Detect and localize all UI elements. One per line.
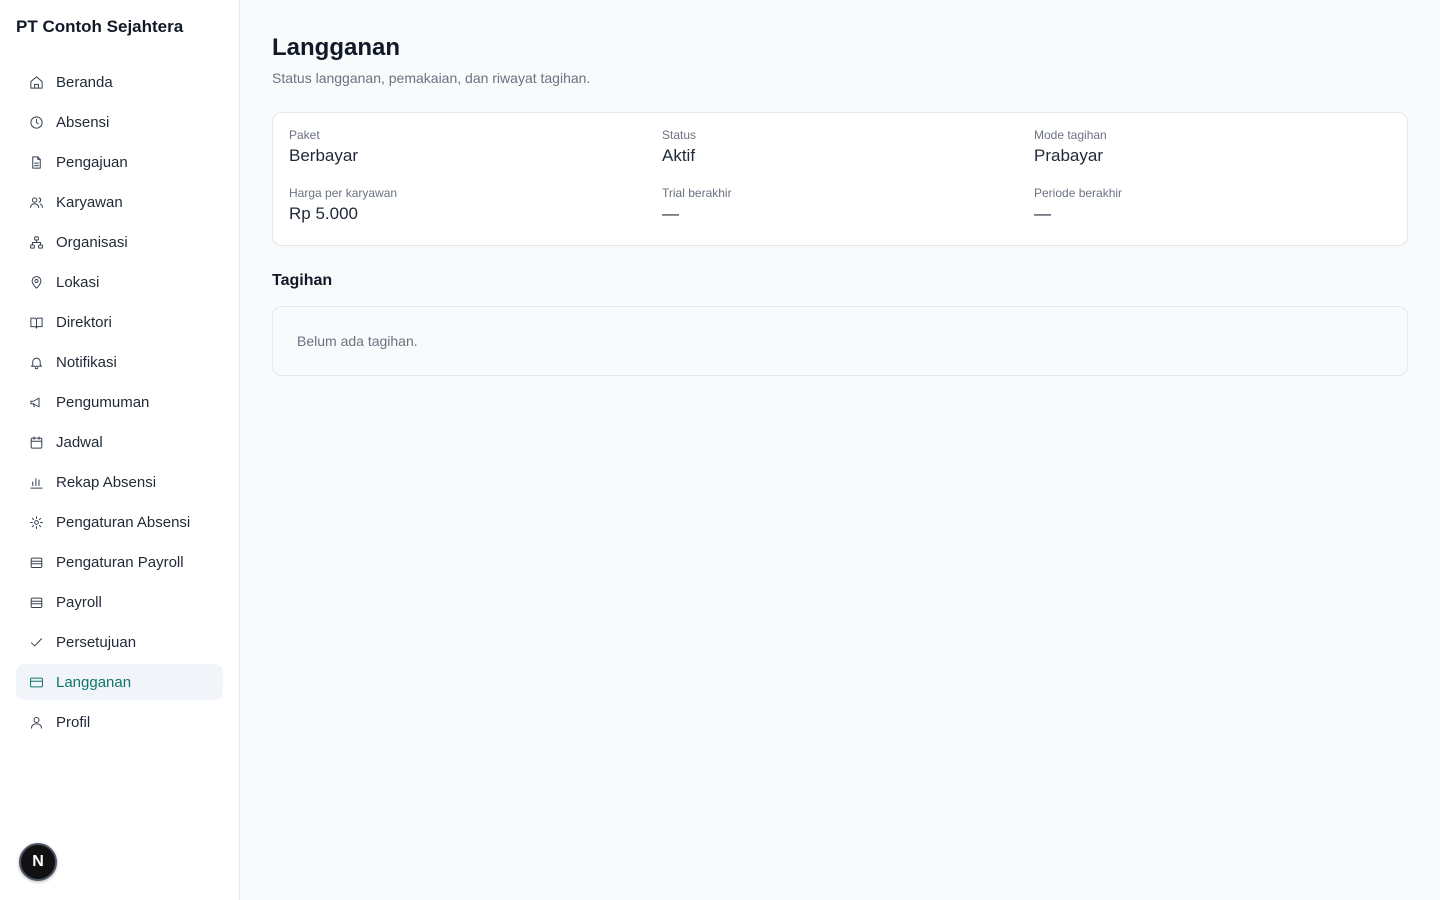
check-icon bbox=[28, 634, 44, 650]
page-subtitle: Status langganan, pemakaian, dan riwayat… bbox=[272, 70, 591, 86]
sidebar-item-label: Lokasi bbox=[56, 273, 100, 291]
next-dev-badge[interactable]: N bbox=[19, 843, 57, 881]
sidebar-nav: Beranda Absensi Pengajuan Karyawan Organisas… bbox=[16, 64, 223, 744]
credit-card-icon bbox=[28, 674, 44, 690]
sidebar-item-label: Pengajuan bbox=[56, 153, 128, 171]
sidebar-item-label: Rekap Absensi bbox=[56, 473, 157, 491]
sidebar-item-rekap-absensi[interactable]: Rekap Absensi bbox=[16, 464, 223, 500]
price-value: Rp 5.000 bbox=[289, 204, 358, 223]
plan-field: Paket Berbayar bbox=[289, 128, 629, 166]
calendar-icon bbox=[28, 434, 44, 450]
sidebar-item-label: Pengumuman bbox=[56, 393, 150, 411]
billing-mode-field: Mode tagihan Prabayar bbox=[1034, 128, 1374, 166]
status-field: Status Aktif bbox=[662, 128, 1002, 166]
invoices-empty-text: Belum ada tagihan. bbox=[297, 333, 418, 349]
wallet-icon bbox=[28, 554, 44, 570]
status-label: Status bbox=[662, 128, 697, 142]
subscription-summary-card: Paket Berbayar Status Aktif Mode tagihan… bbox=[272, 112, 1408, 246]
company-name: PT Contoh Sejahtera bbox=[16, 17, 184, 36]
sidebar-item-label: Organisasi bbox=[56, 233, 128, 251]
sidebar-item-jadwal[interactable]: Jadwal bbox=[16, 424, 223, 460]
sidebar-item-label: Persetujuan bbox=[56, 633, 137, 651]
bell-icon bbox=[28, 354, 44, 370]
sidebar-item-langganan[interactable]: Langganan bbox=[16, 664, 223, 700]
sidebar-item-label: Pengaturan Absensi bbox=[56, 513, 191, 531]
sidebar-item-beranda[interactable]: Beranda bbox=[16, 64, 223, 100]
wallet-icon bbox=[28, 594, 44, 610]
sidebar-item-label: Langganan bbox=[56, 673, 132, 691]
sidebar-item-label: Profil bbox=[56, 713, 91, 731]
sidebar-item-organisasi[interactable]: Organisasi bbox=[16, 224, 223, 260]
sidebar-item-label: Karyawan bbox=[56, 193, 123, 211]
sidebar-item-payroll[interactable]: Payroll bbox=[16, 584, 223, 620]
sidebar: PT Contoh Sejahtera Beranda Absensi Pengaj… bbox=[0, 0, 240, 900]
invoices-empty-card: Belum ada tagihan. bbox=[272, 306, 1408, 376]
period-end-value: — bbox=[1034, 204, 1051, 223]
sidebar-item-pengaturan-payroll[interactable]: Pengaturan Payroll bbox=[16, 544, 223, 580]
users-icon bbox=[28, 194, 44, 210]
sidebar-item-karyawan[interactable]: Karyawan bbox=[16, 184, 223, 220]
sidebar-item-profil[interactable]: Profil bbox=[16, 704, 223, 740]
trial-end-label: Trial berakhir bbox=[662, 186, 732, 200]
file-icon bbox=[28, 154, 44, 170]
sidebar-item-label: Payroll bbox=[56, 593, 102, 611]
period-end-field: Periode berakhir — bbox=[1034, 186, 1374, 224]
megaphone-icon bbox=[28, 394, 44, 410]
sidebar-item-label: Jadwal bbox=[56, 433, 103, 451]
sidebar-item-pengaturan-absensi[interactable]: Pengaturan Absensi bbox=[16, 504, 223, 540]
page-title: Langganan bbox=[272, 34, 401, 61]
billing-mode-value: Prabayar bbox=[1034, 146, 1103, 165]
trial-end-value: — bbox=[662, 204, 679, 223]
sidebar-item-lokasi[interactable]: Lokasi bbox=[16, 264, 223, 300]
sidebar-item-pengajuan[interactable]: Pengajuan bbox=[16, 144, 223, 180]
book-open-icon bbox=[28, 314, 44, 330]
gear-icon bbox=[28, 514, 44, 530]
price-field: Harga per karyawan Rp 5.000 bbox=[289, 186, 629, 224]
bar-chart-icon bbox=[28, 474, 44, 490]
map-pin-icon bbox=[28, 274, 44, 290]
clock-icon bbox=[28, 114, 44, 130]
trial-end-field: Trial berakhir — bbox=[662, 186, 1002, 224]
sidebar-item-label: Direktori bbox=[56, 313, 112, 331]
sidebar-item-label: Pengaturan Payroll bbox=[56, 553, 184, 571]
status-value: Aktif bbox=[662, 146, 696, 165]
user-icon bbox=[28, 714, 44, 730]
plan-value: Berbayar bbox=[289, 146, 358, 165]
invoices-title: Tagihan bbox=[272, 272, 333, 289]
sitemap-icon bbox=[28, 234, 44, 250]
billing-mode-label: Mode tagihan bbox=[1034, 128, 1107, 142]
sidebar-item-notifikasi[interactable]: Notifikasi bbox=[16, 344, 223, 380]
sidebar-item-persetujuan[interactable]: Persetujuan bbox=[16, 624, 223, 660]
plan-label: Paket bbox=[289, 128, 320, 142]
home-icon bbox=[28, 74, 44, 90]
sidebar-item-label: Beranda bbox=[56, 73, 113, 91]
period-end-label: Periode berakhir bbox=[1034, 186, 1123, 200]
sidebar-item-pengumuman[interactable]: Pengumuman bbox=[16, 384, 223, 420]
sidebar-item-label: Notifikasi bbox=[56, 353, 117, 371]
sidebar-item-absensi[interactable]: Absensi bbox=[16, 104, 223, 140]
price-label: Harga per karyawan bbox=[289, 186, 398, 200]
sidebar-item-label: Absensi bbox=[56, 113, 110, 131]
sidebar-item-direktori[interactable]: Direktori bbox=[16, 304, 223, 340]
